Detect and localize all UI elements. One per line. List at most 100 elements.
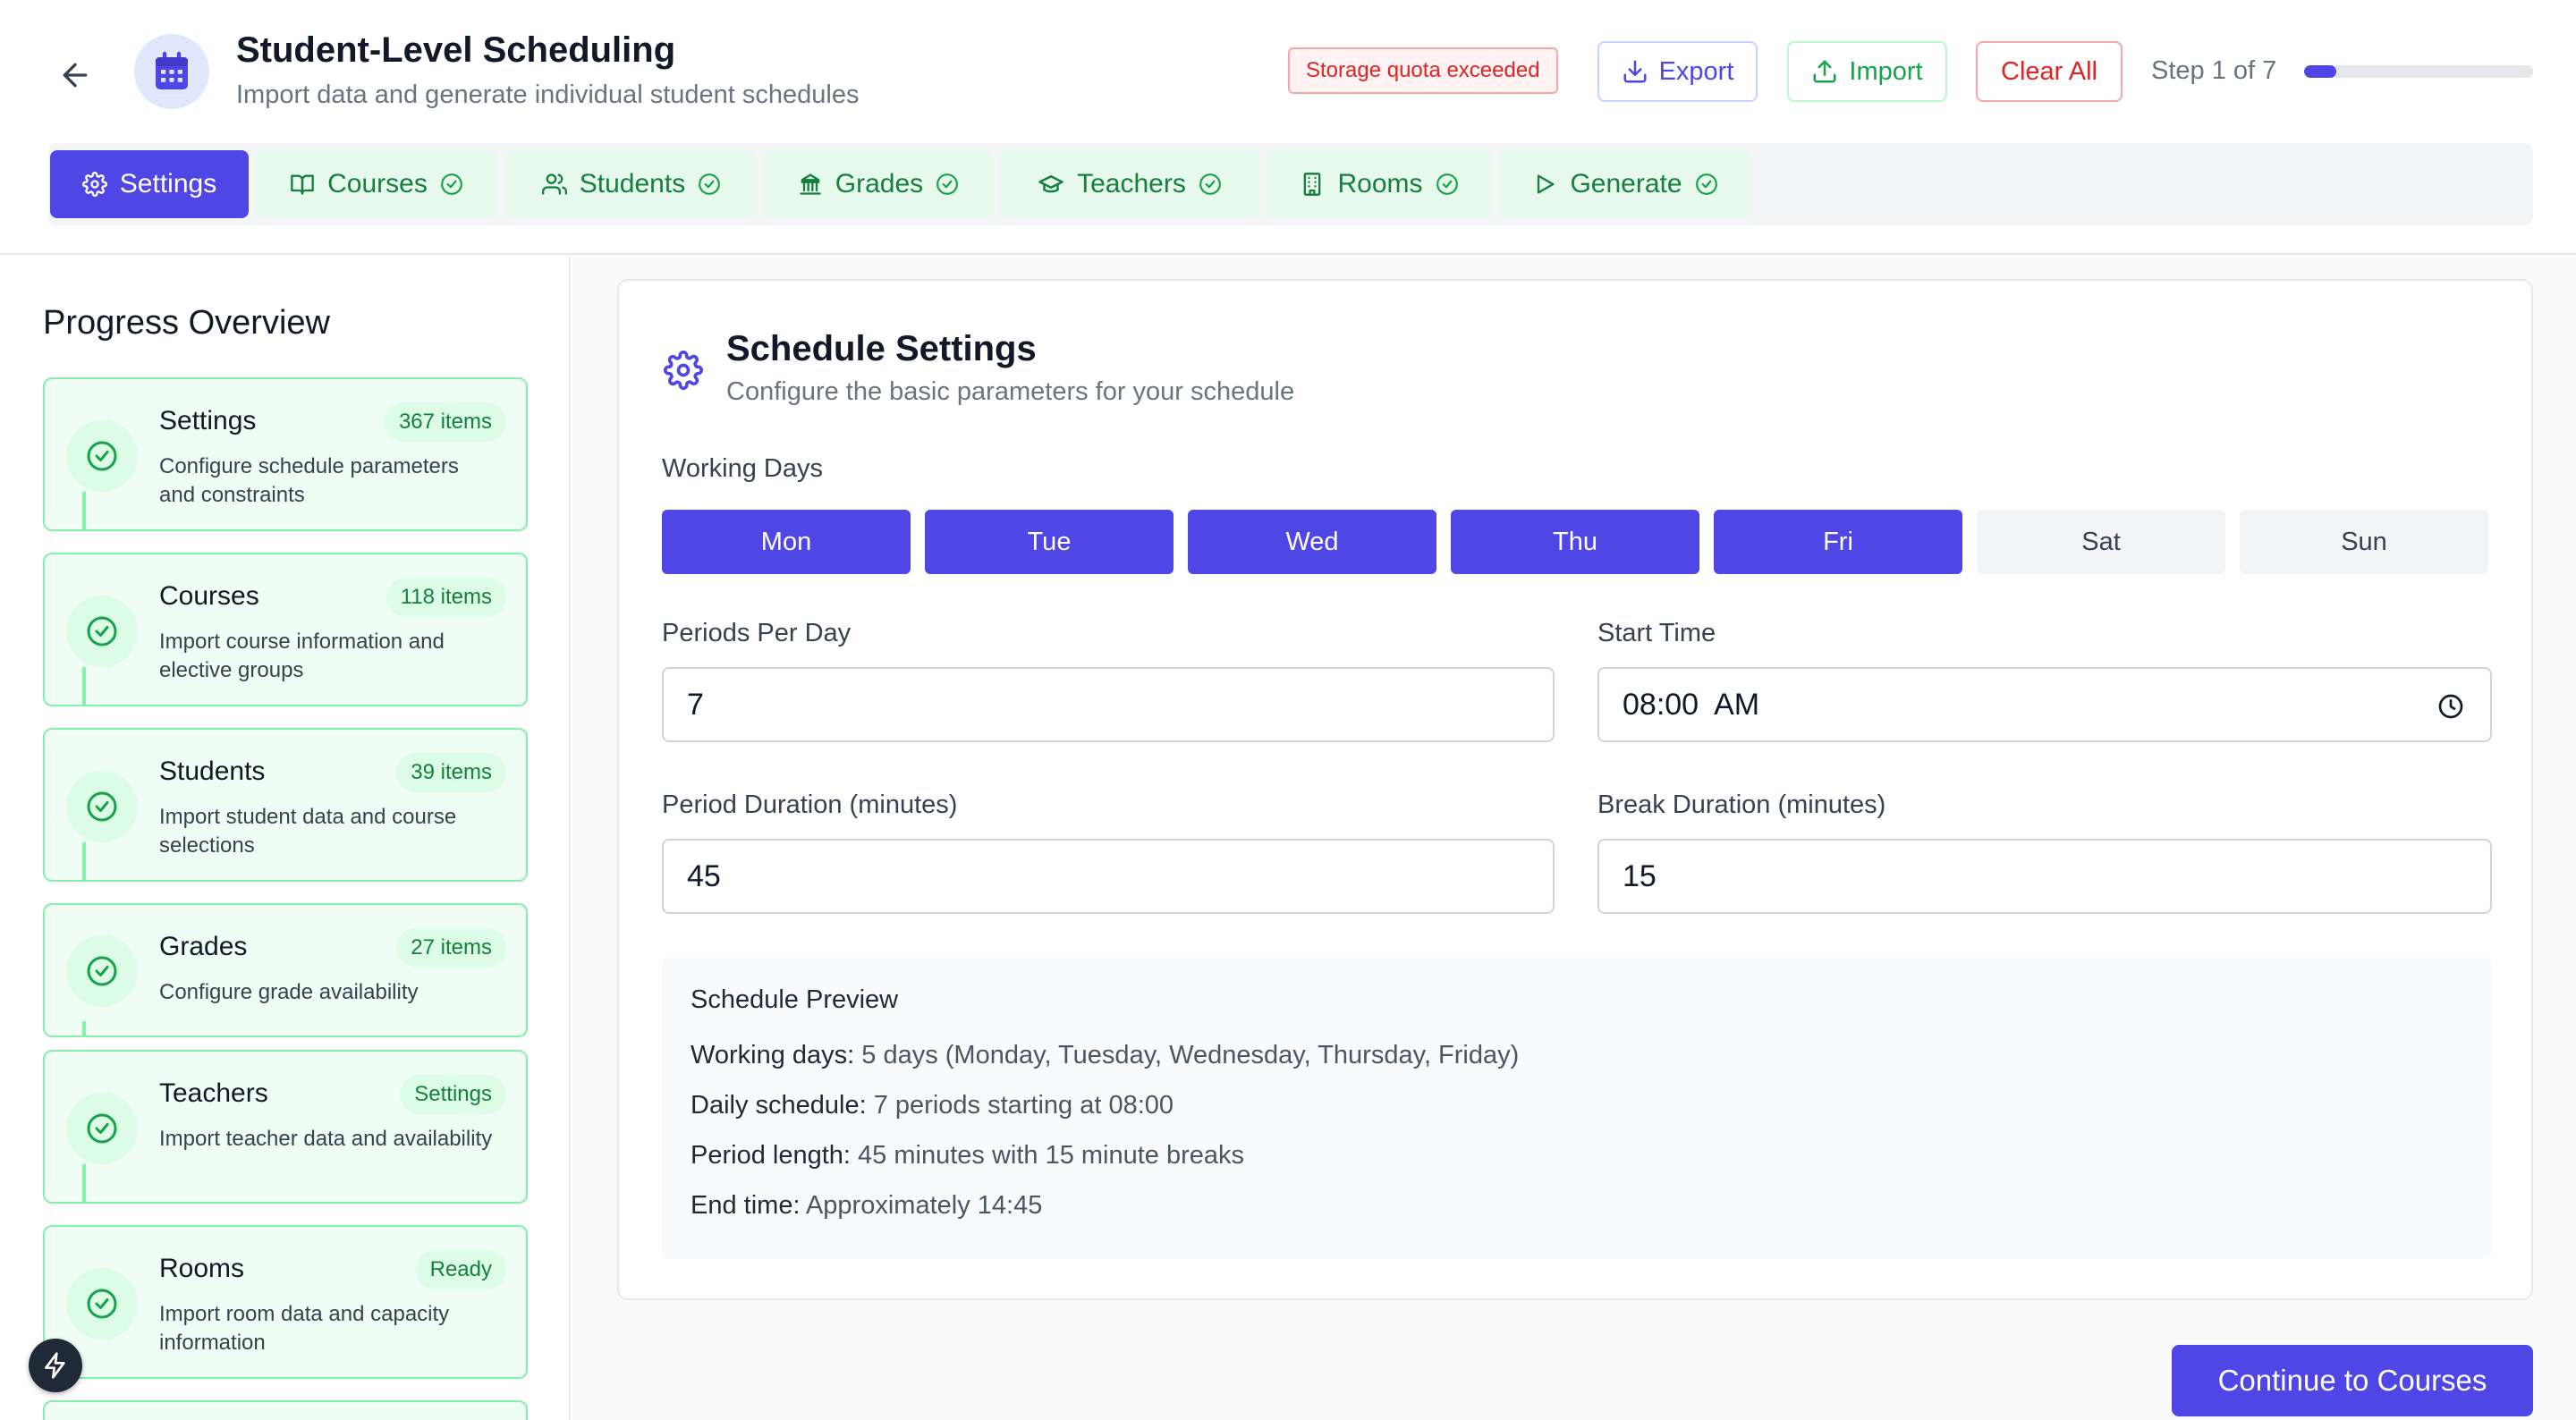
periods-per-day-input[interactable]: 7 <box>662 667 1555 742</box>
check-circle-icon <box>87 1113 117 1144</box>
card-title: Teachers <box>159 1078 268 1108</box>
card-title: Settings <box>159 406 257 435</box>
card-title: Students <box>159 756 266 786</box>
card-title: Courses <box>159 581 259 611</box>
progress-card-settings[interactable]: Settings 367 items Configure schedule pa… <box>43 377 528 531</box>
preview-end-time: End time: Approximately 14:45 <box>691 1191 1042 1221</box>
day-toggle-thu[interactable]: Thu <box>1451 510 1699 574</box>
progress-card-teachers[interactable]: Teachers Settings Import teacher data an… <box>43 1050 528 1204</box>
tab-settings[interactable]: Settings <box>50 150 249 218</box>
step-indicator: Step 1 of 7 <box>2151 56 2277 85</box>
periods-per-day-label: Periods Per Day <box>662 619 852 647</box>
tab-courses[interactable]: Courses <box>256 150 497 218</box>
check-circle-icon <box>1199 173 1221 195</box>
card-description: Import room data and capacity informatio… <box>159 1302 450 1355</box>
day-toggle-tue[interactable]: Tue <box>925 510 1174 574</box>
storage-quota-warning: Storage quota exceeded <box>1288 47 1558 94</box>
import-button[interactable]: Import <box>1787 41 1947 102</box>
card-badge: 367 items <box>384 402 506 442</box>
preview-key: Working days: <box>691 1041 855 1069</box>
step-progress-fill <box>2304 65 2336 78</box>
start-time-input[interactable]: 08:00 AM <box>1597 667 2492 742</box>
card-description: Import student data and course selection… <box>159 805 457 858</box>
preview-daily-schedule: Daily schedule: 7 periods starting at 08… <box>691 1091 1174 1120</box>
tab-teachers[interactable]: Teachers <box>1000 150 1259 218</box>
card-check <box>66 935 138 1007</box>
working-days-label: Working Days <box>662 454 823 483</box>
settings-title: Schedule Settings <box>726 329 1037 368</box>
card-connector <box>82 1164 86 1204</box>
check-circle-icon <box>936 173 959 195</box>
tab-generate-label: Generate <box>1570 169 1682 199</box>
check-circle-icon <box>87 956 117 986</box>
sidebar-title: Progress Overview <box>43 304 330 342</box>
continue-button[interactable]: Continue to Courses <box>2172 1345 2533 1416</box>
progress-card-rooms[interactable]: Rooms Ready Import room data and capacit… <box>43 1225 528 1379</box>
calendar-icon <box>156 51 188 89</box>
progress-card-courses[interactable]: Courses 118 items Import course informat… <box>43 553 528 706</box>
building-icon <box>800 173 821 195</box>
card-check <box>66 1093 138 1164</box>
start-time-label: Start Time <box>1597 619 1716 647</box>
check-circle-icon <box>87 791 117 822</box>
card-description: Import course information and elective g… <box>159 630 445 682</box>
check-circle-icon <box>87 1289 117 1319</box>
clear-all-button[interactable]: Clear All <box>1976 41 2123 102</box>
tab-students-label: Students <box>579 169 686 199</box>
clock-icon[interactable] <box>2436 692 2465 721</box>
step-tabs: Settings Courses Students Grades Teacher… <box>48 143 2533 225</box>
day-toggle-fri[interactable]: Fri <box>1714 510 1962 574</box>
card-connector <box>82 1021 86 1037</box>
break-duration-label: Break Duration (minutes) <box>1597 790 1886 819</box>
card-description: Import teacher data and availability <box>159 1127 493 1151</box>
upload-icon <box>1813 60 1836 83</box>
progress-card-generate[interactable] <box>43 1400 528 1420</box>
check-circle-icon <box>1436 173 1458 195</box>
start-time-value: 08:00 AM <box>1623 687 1760 722</box>
export-label: Export <box>1658 56 1734 86</box>
preview-value: 5 days (Monday, Tuesday, Wednesday, Thur… <box>854 1041 1520 1069</box>
lightning-icon <box>45 1352 65 1379</box>
day-toggle-mon[interactable]: Mon <box>662 510 911 574</box>
card-badge: 118 items <box>386 578 506 617</box>
card-title: Grades <box>159 932 248 961</box>
export-button[interactable]: Export <box>1597 41 1758 102</box>
quick-action-button[interactable] <box>29 1339 82 1392</box>
card-badge: Ready <box>415 1250 506 1289</box>
page-subtitle: Import data and generate individual stud… <box>236 80 860 109</box>
play-icon <box>1538 174 1555 194</box>
arrow-left-icon <box>63 63 88 88</box>
tab-grades[interactable]: Grades <box>764 150 993 218</box>
period-duration-input[interactable]: 45 <box>662 839 1555 914</box>
gear-icon <box>664 351 703 390</box>
card-check <box>66 1268 138 1340</box>
preview-key: Period length: <box>691 1141 851 1170</box>
main-content: Schedule Settings Configure the basic pa… <box>572 256 2576 1420</box>
break-duration-input[interactable]: 15 <box>1597 839 2492 914</box>
progress-card-grades[interactable]: Grades 27 items Configure grade availabi… <box>43 903 528 1037</box>
day-toggle-sun[interactable]: Sun <box>2240 510 2488 574</box>
preview-period-length: Period length: 45 minutes with 15 minute… <box>691 1141 1244 1171</box>
day-toggle-sat[interactable]: Sat <box>1977 510 2225 574</box>
preview-value: 45 minutes with 15 minute breaks <box>850 1141 1245 1170</box>
tab-students[interactable]: Students <box>506 150 757 218</box>
card-connector <box>82 842 86 882</box>
card-description: Configure grade availability <box>159 980 419 1004</box>
back-button[interactable] <box>54 54 97 97</box>
progress-card-students[interactable]: Students 39 items Import student data an… <box>43 728 528 882</box>
card-connector <box>82 667 86 706</box>
preview-working-days: Working days: 5 days (Monday, Tuesday, W… <box>691 1041 1519 1070</box>
tab-rooms[interactable]: Rooms <box>1267 150 1492 218</box>
card-badge: 39 items <box>396 753 506 792</box>
settings-header-icon <box>664 351 703 390</box>
card-check <box>66 771 138 842</box>
check-circle-icon <box>1695 173 1717 195</box>
settings-subtitle: Configure the basic parameters for your … <box>726 377 1295 406</box>
schedule-settings-card: Schedule Settings Configure the basic pa… <box>617 279 2533 1300</box>
preview-value: 7 periods starting at 08:00 <box>866 1091 1174 1120</box>
progress-sidebar: Progress Overview Settings 367 items Con… <box>0 256 571 1420</box>
day-toggle-wed[interactable]: Wed <box>1188 510 1436 574</box>
import-label: Import <box>1849 56 1923 86</box>
gear-icon <box>81 172 107 197</box>
tab-generate[interactable]: Generate <box>1499 150 1751 218</box>
